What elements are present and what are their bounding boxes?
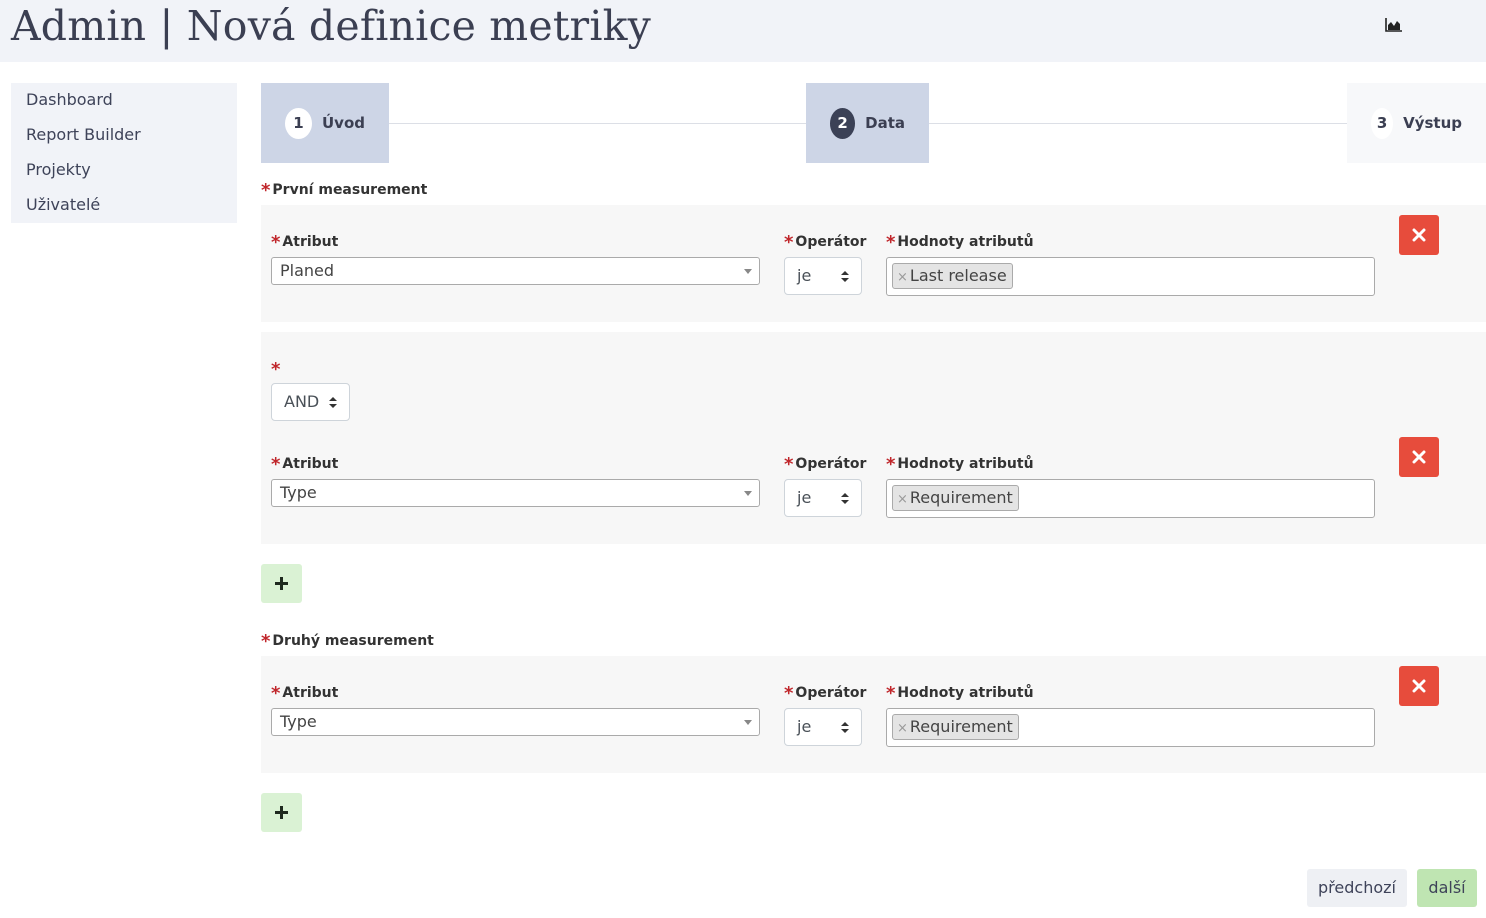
attribute-label: * Atribut [271,454,339,475]
step-number: 1 [285,107,312,139]
step-vystup[interactable]: 3 Výstup [1347,83,1486,163]
delete-condition-button[interactable] [1399,215,1439,255]
close-icon [1412,228,1426,242]
plus-icon [275,806,288,819]
attribute-select[interactable]: Type [271,708,760,736]
attribute-select-value: Type [280,712,317,731]
step-uvod[interactable]: 1 Úvod [261,83,389,163]
operator-select[interactable]: je [784,479,862,517]
tag-label: Requirement [909,717,1013,736]
previous-button[interactable]: předchozí [1307,869,1407,907]
first-measurement-title: * První measurement [261,180,427,201]
sidebar-item-report-builder[interactable]: Report Builder [11,125,237,160]
value-tag: × Requirement [892,485,1019,511]
wizard-steps: 1 Úvod 2 Data 3 Výstup [261,83,1486,163]
top-bar: Admin | Nová definice metriky [0,0,1486,62]
attribute-label: * Atribut [271,683,339,704]
sidebar-item-dashboard[interactable]: Dashboard [11,90,237,125]
plus-icon [275,577,288,590]
attribute-values-label: * Hodnoty atributů [886,232,1034,253]
sort-arrows-icon [841,722,849,734]
attribute-values-input[interactable]: × Requirement [886,708,1375,747]
connector-label: * [271,359,281,380]
page-title: Admin | Nová definice metriky [11,2,652,50]
tag-label: Last release [909,266,1007,285]
step-data[interactable]: 2 Data [806,83,929,163]
area-chart-icon[interactable] [1385,18,1403,32]
step-label: Data [865,114,905,132]
operator-label: * Operátor [784,232,867,253]
operator-select-value: je [797,717,812,736]
operator-select[interactable]: je [784,708,862,746]
operator-label: * Operátor [784,683,867,704]
condition-panel: * Atribut * Operátor * Hodnoty atributů Typ… [261,656,1486,773]
condition-panel: * AND * Atribut * Operátor * Hodnoty atribu… [261,332,1486,544]
sort-arrows-icon [841,271,849,283]
operator-label: * Operátor [784,454,867,475]
attribute-values-input[interactable]: × Last release [886,257,1375,296]
dropdown-caret-icon [744,720,752,725]
value-tag: × Requirement [892,714,1019,740]
dropdown-caret-icon [744,491,752,496]
tag-remove-icon[interactable]: × [897,721,908,736]
add-condition-button[interactable] [261,793,302,832]
step-label: Úvod [321,114,365,132]
attribute-values-label: * Hodnoty atributů [886,454,1034,475]
close-icon [1412,450,1426,464]
operator-select-value: je [797,488,812,507]
step-number: 2 [830,107,856,139]
condition-panel: * Atribut * Operátor * Hodnoty atributů Pla… [261,205,1486,322]
delete-condition-button[interactable] [1399,437,1439,477]
sidebar-item-projekty[interactable]: Projekty [11,160,237,195]
tag-remove-icon[interactable]: × [897,492,908,507]
sidebar-item-uzivatele[interactable]: Uživatelé [11,195,237,230]
sidebar: Dashboard Report Builder Projekty Uživat… [11,83,237,223]
step-label: Výstup [1403,114,1462,132]
attribute-select-value: Planed [280,261,335,280]
next-button[interactable]: další [1417,869,1477,907]
value-tag: × Last release [892,263,1013,289]
required-mark: * [261,180,271,201]
step-number: 3 [1371,107,1394,139]
add-condition-button[interactable] [261,564,302,603]
sort-arrows-icon [841,493,849,505]
attribute-values-input[interactable]: × Requirement [886,479,1375,518]
attribute-select[interactable]: Type [271,479,760,507]
connector-select[interactable]: AND [271,383,350,421]
tag-remove-icon[interactable]: × [897,270,908,285]
attribute-select-value: Type [280,483,317,502]
attribute-values-label: * Hodnoty atributů [886,683,1034,704]
second-measurement-label: Druhý measurement [272,633,434,649]
operator-select-value: je [797,266,812,285]
close-icon [1412,679,1426,693]
dropdown-caret-icon [744,269,752,274]
attribute-label: * Atribut [271,232,339,253]
required-mark: * [261,631,271,652]
delete-condition-button[interactable] [1399,666,1439,706]
first-measurement-label: První measurement [272,182,428,198]
attribute-select[interactable]: Planed [271,257,760,285]
connector-select-value: AND [284,392,320,411]
operator-select[interactable]: je [784,257,862,295]
second-measurement-title: * Druhý measurement [261,631,434,652]
sort-arrows-icon [329,397,337,409]
tag-label: Requirement [909,488,1013,507]
